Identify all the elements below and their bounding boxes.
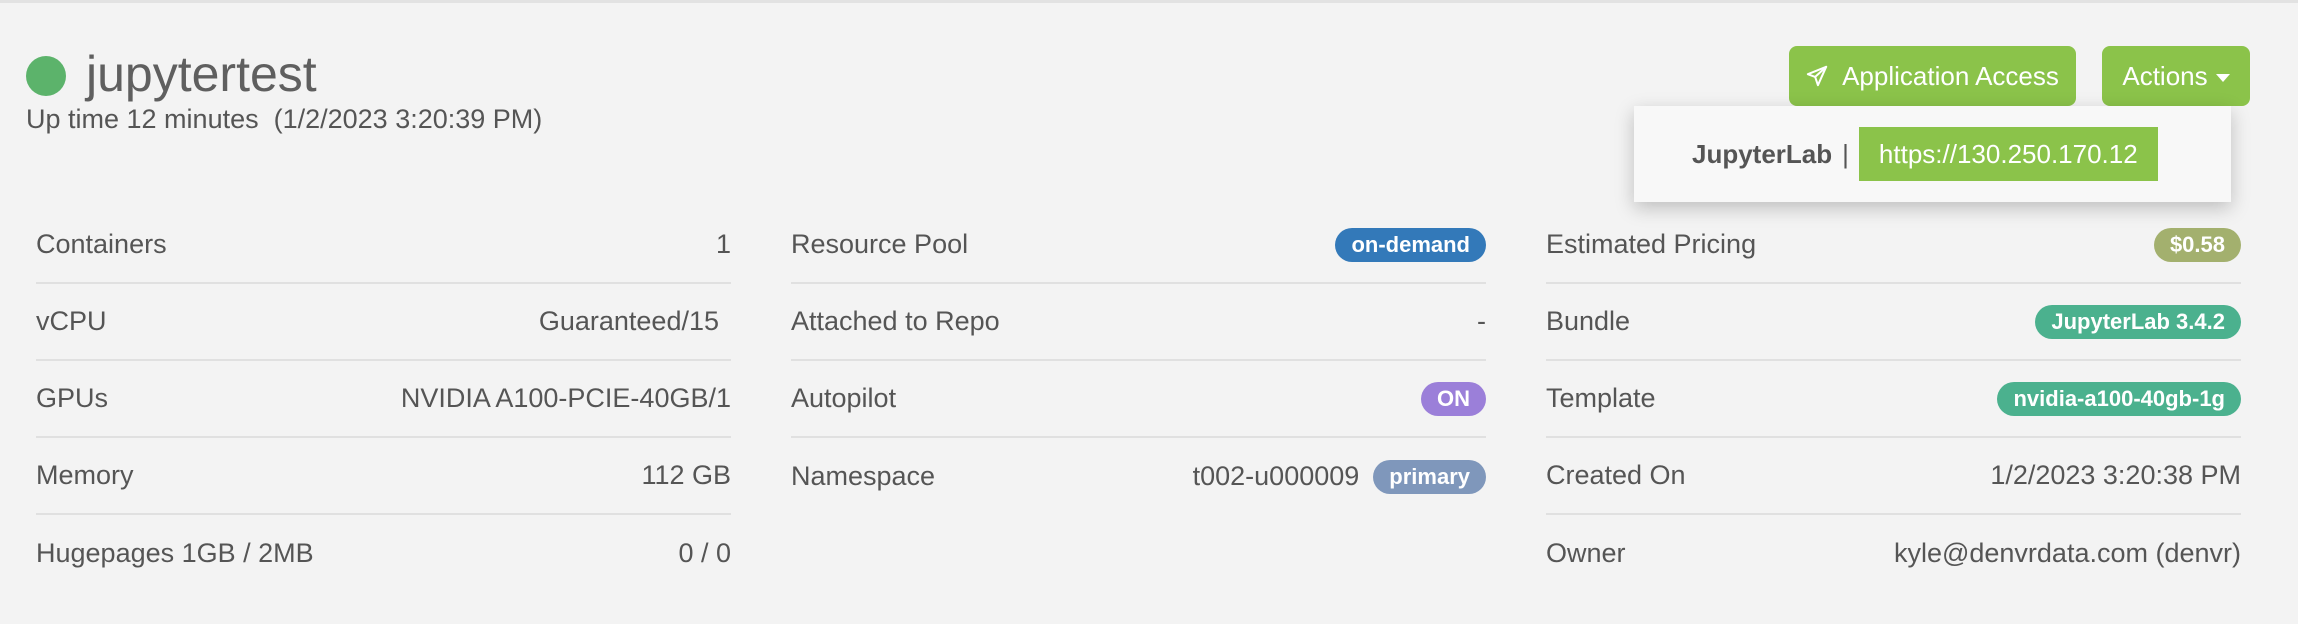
row-hugepages: Hugepages 1GB / 2MB 0 / 0 (36, 515, 731, 592)
actions-label: Actions (2122, 60, 2208, 91)
row-label: Containers (36, 229, 167, 259)
popover-separator: | (1842, 138, 1849, 169)
row-label: vCPU (36, 306, 107, 336)
row-value: NVIDIA A100-PCIE-40GB/1 (400, 383, 731, 413)
row-value: kyle@denvrdata.com (denvr) (1893, 538, 2241, 568)
application-access-button[interactable]: Application Access (1789, 46, 2076, 106)
resource-pool-badge: on-demand (1335, 227, 1486, 262)
paper-plane-icon (1806, 65, 1828, 87)
row-autopilot: Autopilot ON (791, 361, 1486, 438)
row-template: Template nvidia-a100-40gb-1g (1546, 361, 2241, 438)
uptime-text: Up time 12 minutes (1/2/2023 3:20:39 PM) (26, 104, 543, 134)
template-badge: nvidia-a100-40gb-1g (1997, 381, 2241, 416)
status-indicator (26, 56, 66, 96)
row-label: Attached to Repo (791, 306, 1000, 336)
namespace-value-group: t002-u000009 primary (1192, 459, 1486, 494)
row-value: 1/2/2023 3:20:38 PM (1990, 460, 2241, 490)
row-label: Resource Pool (791, 229, 969, 259)
row-gpus: GPUs NVIDIA A100-PCIE-40GB/1 (36, 361, 731, 438)
row-value: 112 GB (641, 460, 731, 490)
row-created-on: Created On 1/2/2023 3:20:38 PM (1546, 438, 2241, 515)
application-access-popover: JupyterLab | https://130.250.170.12 (1634, 106, 2231, 202)
row-containers: Containers 1 (36, 207, 731, 284)
row-namespace: Namespace t002-u000009 primary (791, 438, 1486, 515)
row-label: Template (1546, 383, 1656, 413)
row-memory: Memory 112 GB (36, 438, 731, 515)
page-title: jupytertest (86, 46, 317, 102)
row-value: 1 (715, 229, 731, 259)
row-label: Owner (1546, 538, 1626, 568)
row-owner: Owner kyle@denvrdata.com (denvr) (1546, 515, 2241, 592)
row-vcpu: vCPU Guaranteed/15 (36, 284, 731, 361)
namespace-badge: primary (1373, 459, 1486, 494)
application-access-label: Application Access (1842, 60, 2059, 91)
row-label: GPUs (36, 383, 109, 413)
autopilot-badge: ON (1421, 381, 1486, 416)
row-label: Autopilot (791, 383, 897, 413)
row-value: Guaranteed/15 (538, 306, 719, 336)
popover-app-label: JupyterLab (1692, 138, 1833, 169)
bundle-badge: JupyterLab 3.4.2 (2035, 304, 2241, 339)
row-value: - (1477, 306, 1486, 336)
row-resource-pool: Resource Pool on-demand (791, 207, 1486, 284)
caret-down-icon (2215, 74, 2230, 82)
popover-url-link[interactable]: https://130.250.170.12 (1858, 127, 2158, 181)
row-label: Created On (1546, 460, 1686, 490)
actions-button[interactable]: Actions (2102, 46, 2250, 106)
row-pricing: Estimated Pricing $0.58 (1546, 207, 2241, 284)
row-label: Namespace (791, 461, 936, 491)
row-label: Memory (36, 460, 134, 490)
row-value: 0 / 0 (678, 538, 731, 568)
info-column-meta: Estimated Pricing $0.58 Bundle JupyterLa… (1546, 207, 2241, 592)
pricing-badge: $0.58 (2153, 227, 2241, 262)
info-column-config: Resource Pool on-demand Attached to Repo… (791, 207, 1486, 515)
info-column-resources: Containers 1 vCPU Guaranteed/15 GPUs NVI… (36, 207, 731, 592)
top-border (0, 0, 2298, 3)
namespace-value: t002-u000009 (1192, 461, 1360, 491)
row-label: Hugepages 1GB / 2MB (36, 538, 314, 568)
row-attached-repo: Attached to Repo - (791, 284, 1486, 361)
row-label: Estimated Pricing (1546, 229, 1757, 259)
row-bundle: Bundle JupyterLab 3.4.2 (1546, 284, 2241, 361)
row-label: Bundle (1546, 306, 1631, 336)
